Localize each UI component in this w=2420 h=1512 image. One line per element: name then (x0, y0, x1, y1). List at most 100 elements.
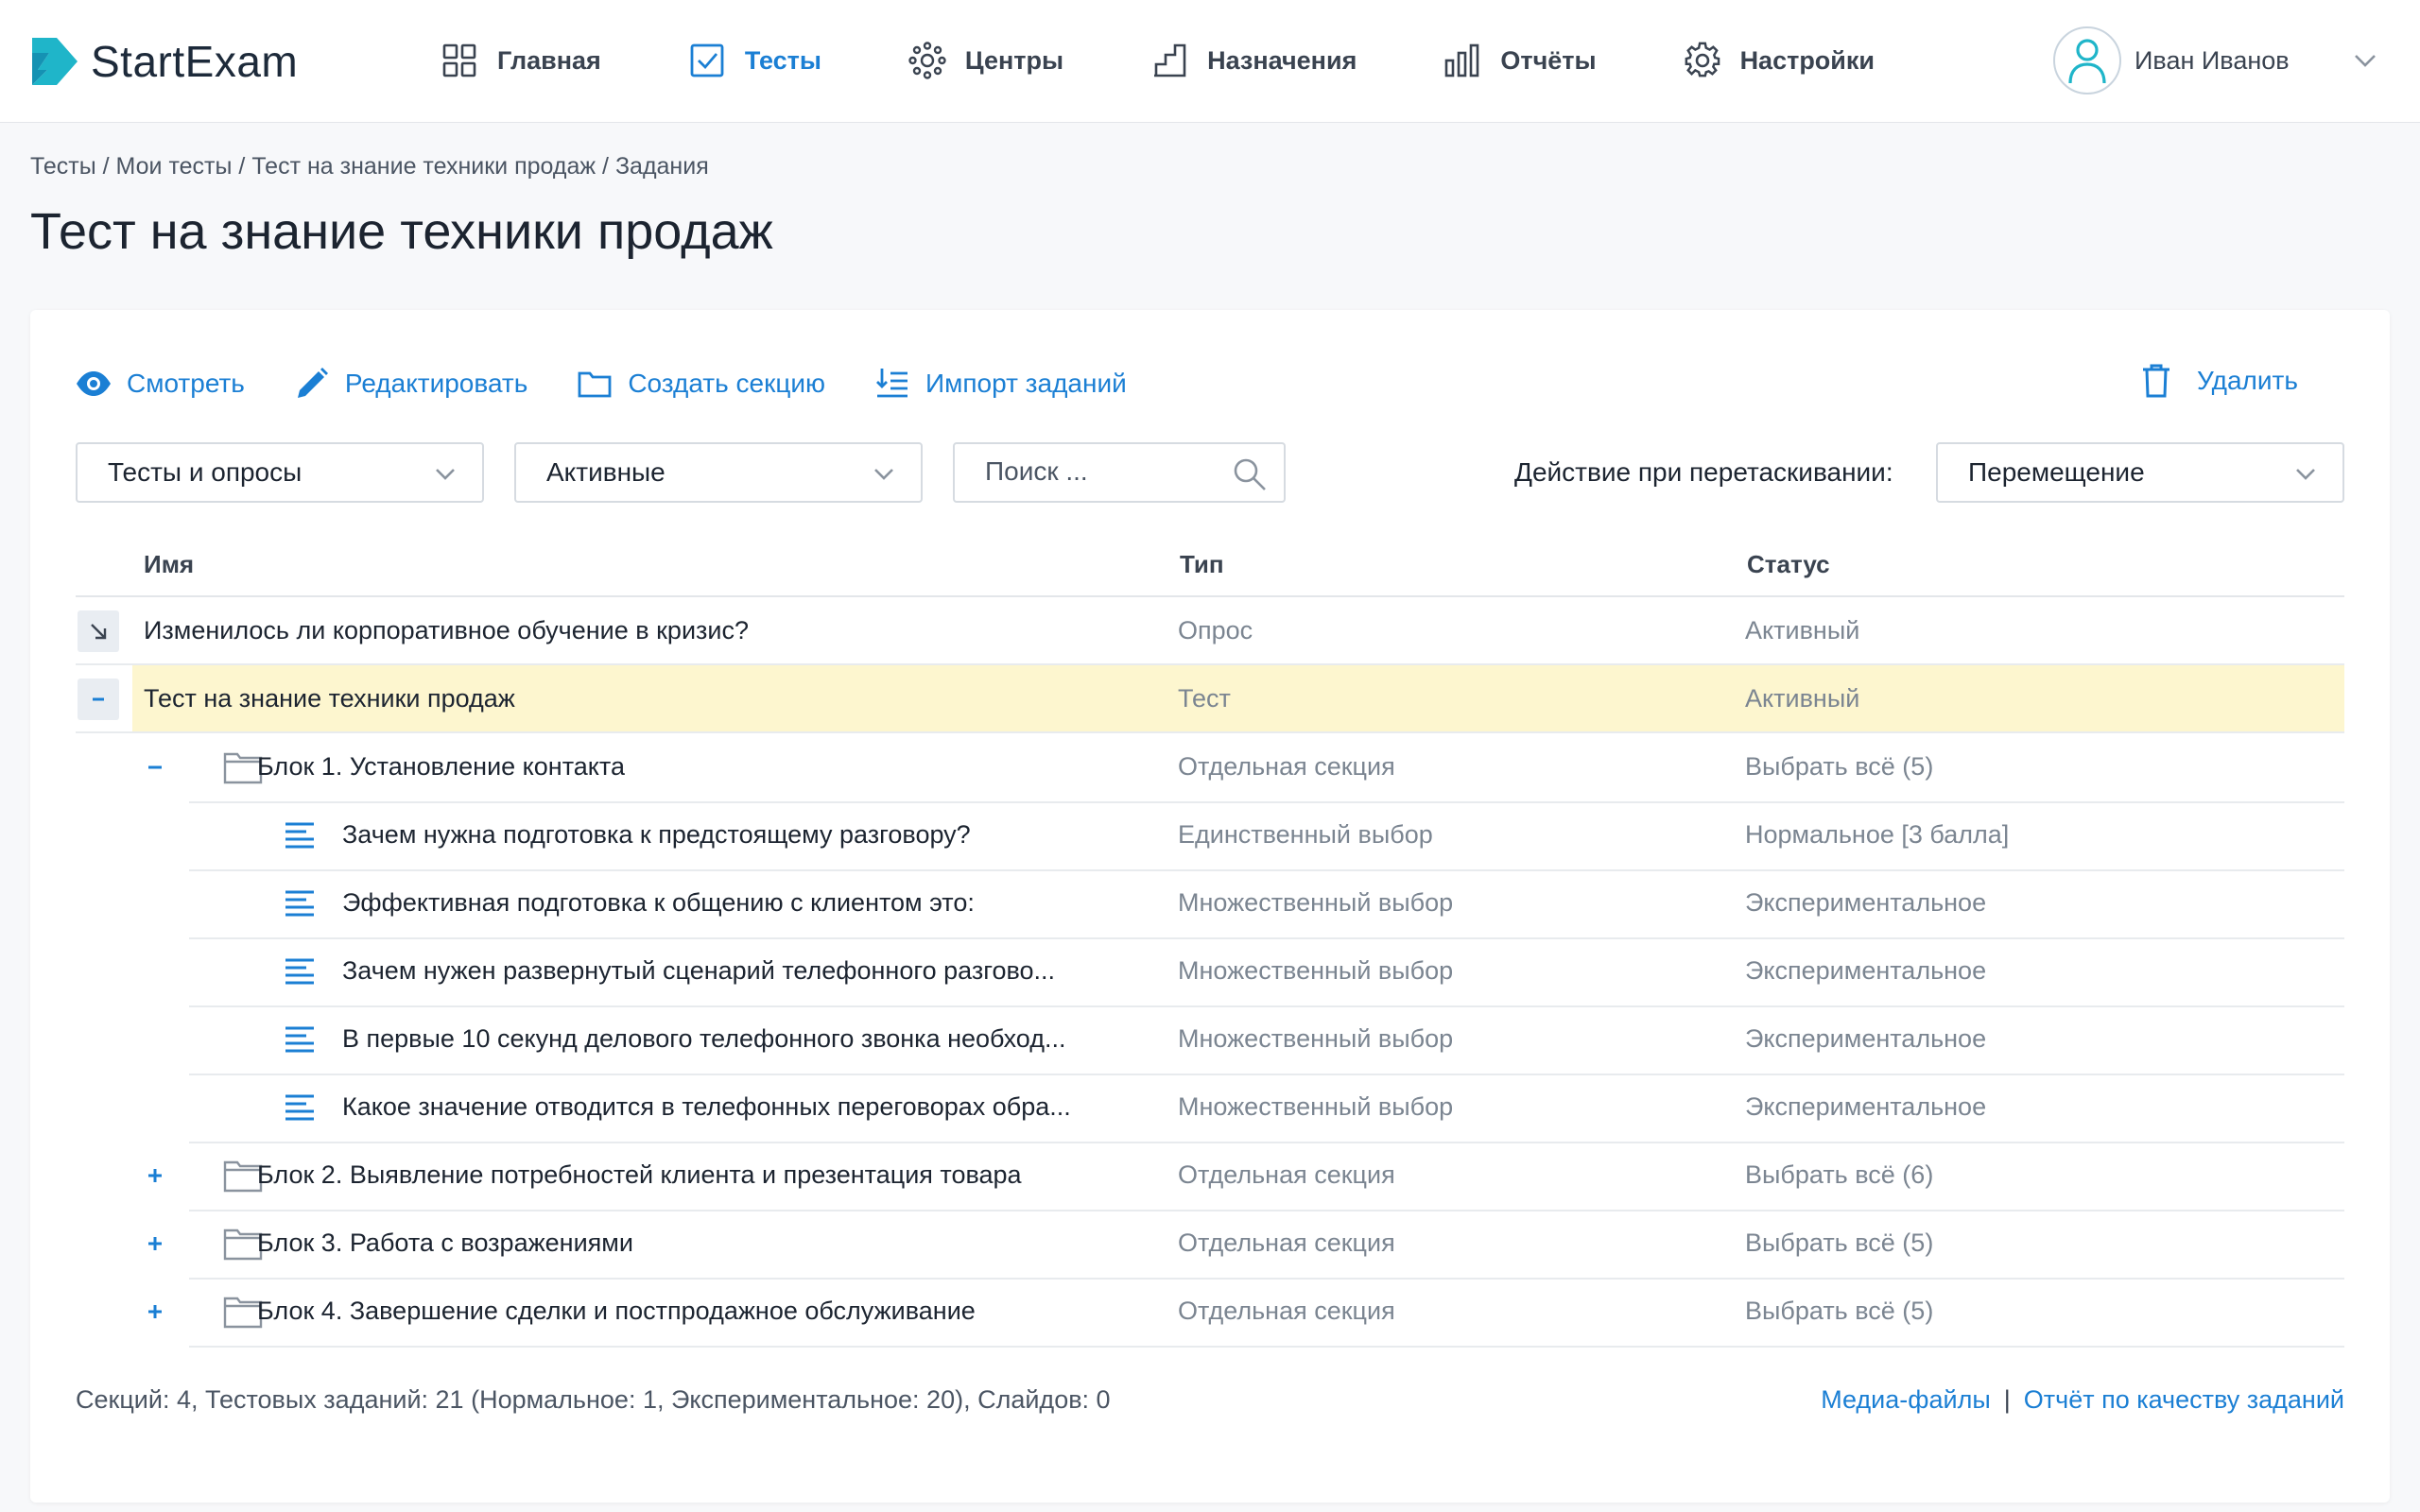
nav-item-tests[interactable]: Тесты (688, 42, 821, 79)
nav-item-settings[interactable]: Настройки (1684, 42, 1875, 79)
expand-toggle[interactable] (78, 610, 119, 652)
grid-icon (442, 43, 476, 77)
table-row-question[interactable]: В первые 10 секунд делового телефонного … (76, 1005, 2344, 1075)
footer-links: Медиа-файлы | Отчёт по качеству заданий (1821, 1385, 2344, 1415)
table-row-question[interactable]: Зачем нужна подготовка к предстоящему ра… (76, 801, 2344, 871)
create-section-button[interactable]: Создать секцию (577, 366, 825, 402)
status-filter-select[interactable]: Активные (514, 442, 923, 503)
chevron-down-icon (874, 469, 893, 480)
create-section-label: Создать секцию (628, 369, 825, 398)
column-header-type[interactable]: Тип (1180, 550, 1224, 579)
nav-item-centers[interactable]: Центры (908, 42, 1063, 79)
edit-label: Редактировать (344, 369, 528, 398)
user-menu[interactable]: Иван Иванов (2053, 25, 2290, 96)
plus-icon (148, 1305, 162, 1318)
row-status: Активный (1745, 616, 1860, 644)
table-row-question[interactable]: Какое значение отводится в телефонных пе… (76, 1074, 2344, 1143)
table-row[interactable]: Изменилось ли корпоративное обучение в к… (76, 597, 2344, 665)
logo-text: StartExam (91, 37, 299, 86)
row-divider (189, 1346, 2344, 1348)
checkbox-icon (690, 43, 724, 77)
expand-toggle[interactable] (136, 1225, 174, 1263)
nav-label: Назначения (1207, 45, 1357, 75)
breadcrumb-item-current: Задания (614, 153, 709, 180)
import-icon (876, 369, 908, 398)
expand-toggle[interactable] (136, 1293, 174, 1331)
table-row-question[interactable]: Эффективная подготовка к общению с клиен… (76, 869, 2344, 939)
quality-report-link[interactable]: Отчёт по качеству заданий (2024, 1385, 2344, 1415)
row-type: Множественный выбор (1178, 1092, 1454, 1121)
type-filter-select[interactable]: Тесты и опросы (76, 442, 484, 503)
view-label: Смотреть (127, 369, 245, 398)
row-name: Тест на знание техники продаж (144, 684, 515, 713)
drag-action-select[interactable]: Перемещение (1936, 442, 2344, 503)
row-name: Зачем нужен развернутый сценарий телефон… (342, 956, 1056, 985)
row-status: Экспериментальное (1745, 956, 1987, 985)
nav-item-home[interactable]: Главная (441, 42, 601, 79)
plus-icon (148, 1169, 162, 1182)
row-status: Выбрать всё (5) (1745, 1297, 1934, 1325)
edit-button[interactable]: Редактировать (294, 366, 527, 402)
collapse-toggle[interactable] (136, 748, 174, 786)
row-name: В первые 10 секунд делового телефонного … (342, 1024, 1066, 1053)
row-name: Блок 3. Работа с возражениями (257, 1228, 633, 1257)
breadcrumb-item[interactable]: Тест на знание техники продаж (251, 153, 596, 180)
nav-label: Тесты (744, 45, 821, 75)
pencil-icon (297, 368, 328, 398)
chevron-down-icon[interactable] (2348, 43, 2382, 77)
row-name: Изменилось ли корпоративное обучение в к… (144, 616, 750, 644)
collapse-toggle[interactable] (78, 679, 119, 720)
user-icon (2068, 39, 2106, 84)
row-type: Множественный выбор (1178, 956, 1454, 985)
nav-item-assignments[interactable]: Назначения (1150, 42, 1357, 79)
search-icon[interactable] (1233, 457, 1267, 491)
delete-label: Удалить (2197, 366, 2298, 395)
row-name: Зачем нужна подготовка к предстоящему ра… (342, 820, 971, 849)
table-row-section[interactable]: Блок 4. Завершение сделки и постпродажно… (76, 1278, 2344, 1348)
row-type: Множественный выбор (1178, 1024, 1454, 1053)
breadcrumb-item[interactable]: Тесты (30, 153, 96, 180)
gear-icon (1685, 42, 1720, 77)
table-row-section[interactable]: Блок 2. Выявление потребностей клиента и… (76, 1142, 2344, 1211)
table-row-section[interactable]: Блок 1. Установление контакта Отдельная … (76, 733, 2344, 803)
row-name: Блок 2. Выявление потребностей клиента и… (257, 1160, 1022, 1189)
table-row-selected[interactable]: Тест на знание техники продаж Тест Актив… (76, 665, 2344, 733)
breadcrumb-item[interactable]: Мои тесты (116, 153, 233, 180)
table-row-question[interactable]: Зачем нужен развернутый сценарий телефон… (76, 937, 2344, 1007)
column-header-name[interactable]: Имя (144, 550, 194, 579)
row-type: Отдельная секция (1178, 1228, 1395, 1257)
question-lines-icon (285, 1026, 314, 1053)
table-row-section[interactable]: Блок 3. Работа с возражениями Отдельная … (76, 1210, 2344, 1280)
row-name: Какое значение отводится в телефонных пе… (342, 1092, 1071, 1121)
chevron-down-icon (436, 469, 455, 480)
search-input[interactable] (955, 444, 1219, 499)
minus-icon (93, 697, 104, 701)
page-title: Тест на знание техники продаж (30, 203, 773, 260)
row-type: Множественный выбор (1178, 888, 1454, 917)
tasks-table: Имя Тип Статус Изменилось ли корпоративн… (76, 529, 2344, 1348)
row-type: Отдельная секция (1178, 1297, 1395, 1325)
row-name: Блок 1. Установление контакта (257, 752, 625, 781)
logo-icon (32, 38, 78, 85)
column-header-status[interactable]: Статус (1747, 550, 1830, 579)
question-lines-icon (285, 822, 314, 849)
avatar[interactable] (2053, 26, 2121, 94)
top-bar: StartExam Главная Тесты Центры Назначени… (0, 0, 2420, 123)
row-status: Экспериментальное (1745, 1024, 1987, 1053)
expand-toggle[interactable] (136, 1157, 174, 1194)
link-separator: | (2003, 1385, 2011, 1414)
plus-icon (148, 1237, 162, 1250)
stairs-icon (1154, 43, 1186, 77)
type-filter-value: Тесты и опросы (108, 457, 302, 487)
nav-item-reports[interactable]: Отчёты (1443, 42, 1597, 79)
task-stats: Секций: 4, Тестовых заданий: 21 (Нормаль… (76, 1385, 1111, 1414)
delete-button[interactable]: Удалить (2140, 363, 2298, 399)
folder-icon (578, 371, 612, 398)
logo[interactable]: StartExam (28, 34, 298, 89)
view-button[interactable]: Смотреть (76, 366, 245, 402)
import-tasks-button[interactable]: Импорт заданий (874, 366, 1127, 402)
media-files-link[interactable]: Медиа-файлы (1821, 1385, 1991, 1415)
row-type: Отдельная секция (1178, 752, 1395, 781)
status-filter-value: Активные (546, 457, 666, 487)
row-type: Отдельная секция (1178, 1160, 1395, 1189)
